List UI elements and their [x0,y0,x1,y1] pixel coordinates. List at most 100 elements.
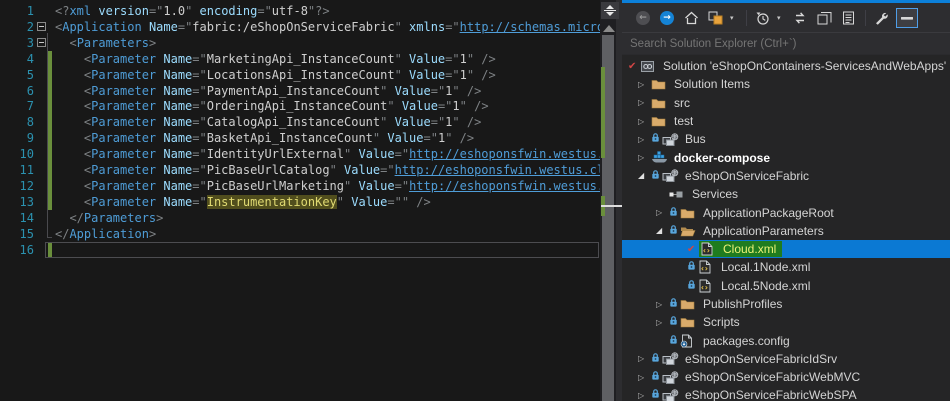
tree-item-cloud-xml[interactable]: ✔Cloud.xml [622,240,950,258]
tree-item-test[interactable]: ▷test [622,112,950,130]
collapse-arrow-icon[interactable]: ◢ [638,171,651,180]
line-number[interactable]: 11 [0,163,34,177]
tree-item-eshoponservicefabricwebmvc[interactable]: ▷eShopOnServiceFabricWebMVC [622,368,950,386]
expand-arrow-icon[interactable]: ▷ [656,318,669,327]
tree-item-src[interactable]: ▷src [622,94,950,112]
tree-item-eshoponservicefabricwebspa[interactable]: ▷eShopOnServiceFabricWebSPA [622,386,950,401]
properties-button[interactable] [872,8,890,28]
scroll-up-arrow-icon[interactable] [603,25,615,32]
tree-item-local-1node-xml[interactable]: Local.1Node.xml [622,258,950,276]
expand-arrow-icon[interactable]: ▷ [638,153,651,162]
expand-arrow-icon[interactable]: ▷ [638,354,651,363]
line-number[interactable]: 2 [0,20,34,34]
fold-margin [34,99,48,115]
tree-item-applicationpackageroot[interactable]: ▷ApplicationPackageRoot [622,203,950,221]
line-number[interactable]: 10 [0,147,34,161]
tree-item-solution-eshoponcontainers-servicesandwe[interactable]: ✔Solution 'eShopOnContainers-ServicesAnd… [622,57,950,75]
tree-item-scripts[interactable]: ▷Scripts [622,313,950,331]
project-icon [662,133,680,146]
line-number[interactable]: 4 [0,52,34,66]
tree-item-label: docker-compose [674,151,770,165]
code-line-9[interactable]: 9 <Parameter Name="BasketApi_InstanceCou… [0,130,600,146]
folder-icon [651,115,669,127]
expand-arrow-icon[interactable]: ▷ [638,373,651,382]
code-line-7[interactable]: 7 <Parameter Name="OrderingApi_InstanceC… [0,99,600,115]
preview-selected-items-button[interactable] [896,8,918,28]
line-number[interactable]: 15 [0,227,34,241]
tree-item-eshoponservicefabric[interactable]: ◢eShopOnServiceFabric [622,167,950,185]
code-line-5[interactable]: 5 <Parameter Name="LocationsApi_Instance… [0,67,600,83]
tree-item-applicationparameters[interactable]: ◢ApplicationParameters [622,222,950,240]
search-solution-explorer-input[interactable] [622,33,950,54]
expand-arrow-icon[interactable]: ▷ [638,391,651,400]
code-text: <?xml version="1.0" encoding="utf-8"?> [52,4,330,18]
line-number[interactable]: 16 [0,243,34,257]
code-line-8[interactable]: 8 <Parameter Name="CatalogApi_InstanceCo… [0,114,600,130]
home-button[interactable] [682,8,700,28]
line-number[interactable]: 8 [0,115,34,129]
fold-collapse-box-icon[interactable] [34,35,48,51]
code-line-12[interactable]: 12 <Parameter Name="PicBaseUrlMarketing"… [0,178,600,194]
code-line-11[interactable]: 11 <Parameter Name="PicBaseUrlCatalog" V… [0,162,600,178]
code-line-6[interactable]: 6 <Parameter Name="PaymentApi_InstanceCo… [0,83,600,99]
tree-item-label: Solution Items [674,77,750,91]
switch-views-button[interactable] [706,8,724,28]
line-number[interactable]: 3 [0,36,34,50]
code-text: <Parameter Name="CatalogApi_InstanceCoun… [52,115,481,129]
code-line-2[interactable]: 2<Application Name="fabric:/eShopOnServi… [0,19,600,35]
code-line-16[interactable]: 16 [0,242,600,258]
expand-arrow-icon[interactable]: ▷ [638,80,651,89]
expand-arrow-icon[interactable]: ▷ [638,98,651,107]
collapse-arrow-icon[interactable]: ◢ [656,226,669,235]
back-button[interactable]: ← [634,8,652,28]
expand-arrow-icon[interactable]: ▷ [638,117,651,126]
tree-item-solution-items[interactable]: ▷ Solution Items [622,75,950,93]
collapse-all-button[interactable] [815,8,833,28]
line-number[interactable]: 7 [0,99,34,113]
fold-collapse-box-icon[interactable] [34,19,48,35]
expand-arrow-icon[interactable]: ▷ [656,208,669,217]
fold-margin [34,130,48,146]
tree-item-docker-compose[interactable]: ▷ docker-compose [622,148,950,166]
pending-changes-filter-button[interactable] [753,8,771,28]
folder-icon [680,298,698,310]
dropdown-caret-icon[interactable]: ▾ [777,8,785,28]
expand-arrow-icon[interactable]: ▷ [656,300,669,309]
line-number[interactable]: 14 [0,211,34,225]
line-number[interactable]: 5 [0,68,34,82]
line-number[interactable]: 1 [0,4,34,18]
tree-item-bus[interactable]: ▷Bus [622,130,950,148]
xml-editor[interactable]: 1<?xml version="1.0" encoding="utf-8"?>2… [0,0,600,401]
code-line-4[interactable]: 4 <Parameter Name="MarketingApi_Instance… [0,51,600,67]
line-number[interactable]: 9 [0,131,34,145]
tree-item-local-5node-xml[interactable]: Local.5Node.xml [622,277,950,295]
split-window-handle-icon[interactable] [601,2,619,19]
line-number[interactable]: 13 [0,195,34,209]
code-line-1[interactable]: 1 <?xml version="1.0" encoding="utf-8"?> [0,3,600,19]
code-line-14[interactable]: 14 </Parameters> [0,210,600,226]
tree-item-services[interactable]: Services [622,185,950,203]
sync-with-active-document-button[interactable] [791,8,809,28]
code-text: <Parameter Name="PaymentApi_InstanceCoun… [52,84,481,98]
code-text: <Parameter Name="MarketingApi_InstanceCo… [52,52,496,66]
folder-icon [651,97,669,109]
project-icon [662,352,680,365]
code-line-3[interactable]: 3 <Parameters> [0,35,600,51]
forward-button[interactable]: → [658,8,676,28]
tree-item-eshoponservicefabricidsrv[interactable]: ▷eShopOnServiceFabricIdSrv [622,350,950,368]
dropdown-caret-icon[interactable]: ▾ [730,8,738,28]
code-line-13[interactable]: 13 <Parameter Name="InstrumentationKey" … [0,194,600,210]
line-number[interactable]: 12 [0,179,34,193]
show-all-files-button[interactable] [839,8,857,28]
lock-icon [651,169,661,183]
fold-margin [34,67,48,83]
code-text: <Parameter Name="BasketApi_InstanceCount… [52,131,474,145]
tree-item-packages-config[interactable]: packages.config [622,331,950,349]
folder-icon [680,207,698,219]
tree-item-publishprofiles[interactable]: ▷PublishProfiles [622,295,950,313]
code-line-15[interactable]: 15</Application> [0,226,600,242]
expand-arrow-icon[interactable]: ▷ [638,135,651,144]
code-line-10[interactable]: 10 <Parameter Name="IdentityUrlExternal"… [0,146,600,162]
code-text: <Parameter Name="LocationsApi_InstanceCo… [52,68,496,82]
line-number[interactable]: 6 [0,84,34,98]
